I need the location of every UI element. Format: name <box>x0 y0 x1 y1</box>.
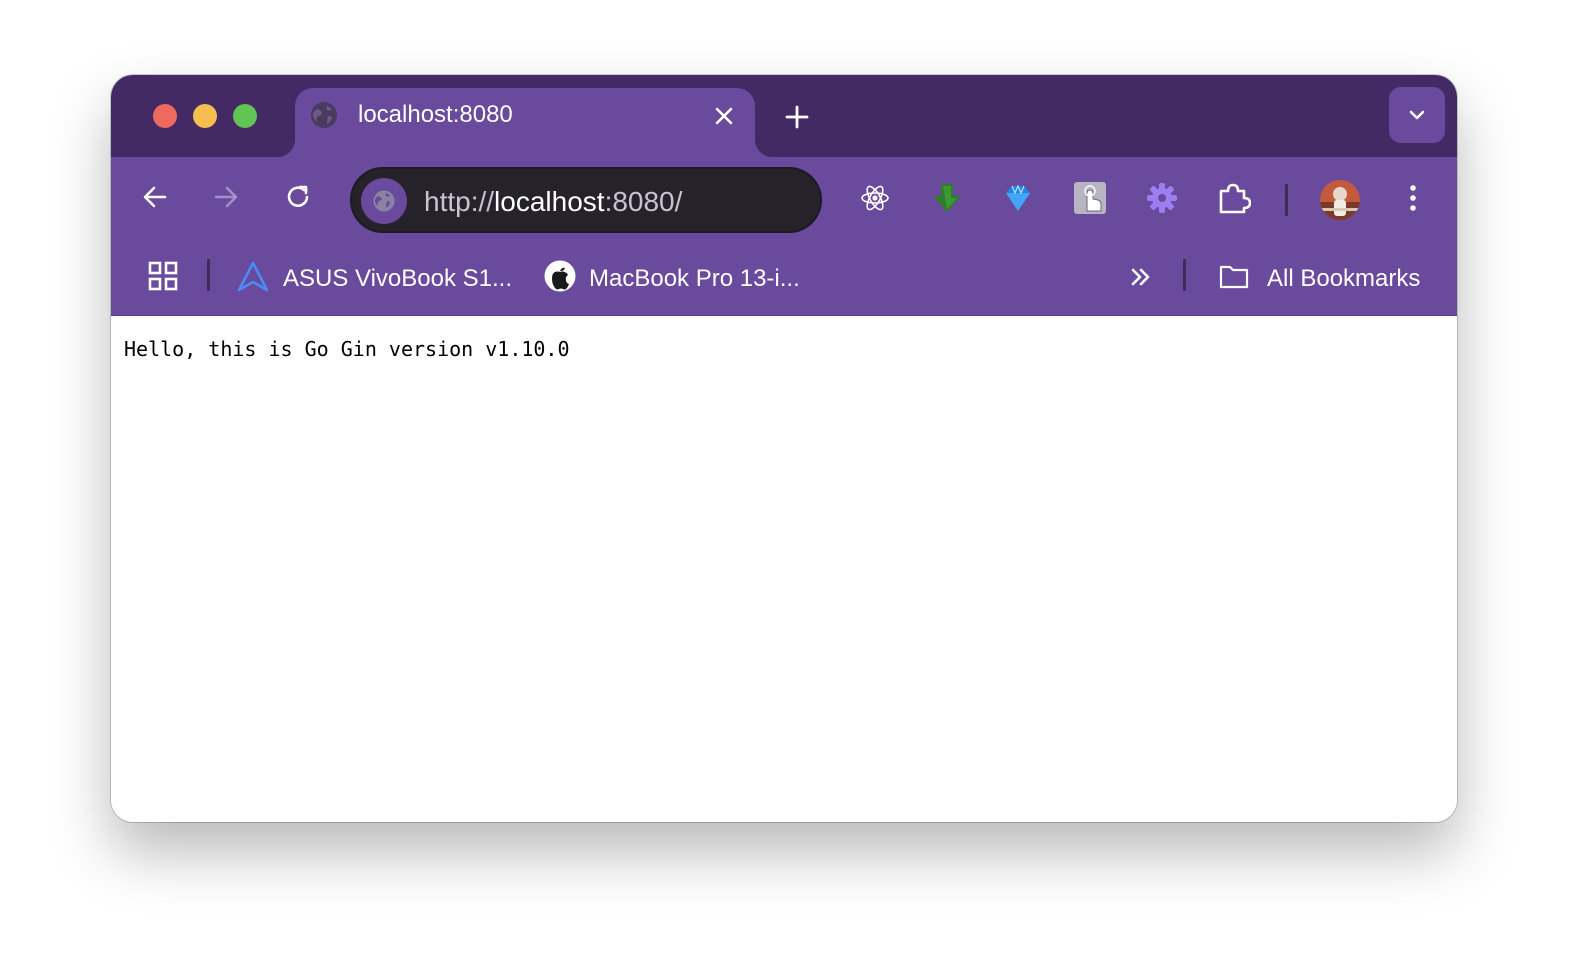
bookmarks-divider <box>1183 259 1186 291</box>
all-bookmarks-button[interactable]: All Bookmarks <box>1218 255 1438 299</box>
bookmark-asus-vivobook[interactable]: ASUS VivoBook S1... <box>237 255 517 299</box>
title-bar: localhost:8080 <box>111 75 1457 157</box>
address-bar[interactable]: http://localhost:8080/ <box>350 167 822 233</box>
folder-icon <box>1219 265 1249 289</box>
puzzle-icon[interactable] <box>1217 181 1251 215</box>
site-info-button[interactable] <box>361 178 407 224</box>
apps-grid-icon[interactable] <box>147 260 179 292</box>
bookmark-macbook-pro[interactable]: MacBook Pro 13-i... <box>544 255 814 299</box>
globe-icon <box>373 190 395 212</box>
avatar[interactable] <box>1320 180 1360 220</box>
url-text: http://localhost:8080/ <box>424 186 682 218</box>
all-bookmarks-label: All Bookmarks <box>1267 265 1421 292</box>
close-window-button[interactable] <box>153 104 177 128</box>
toolbar-divider <box>1285 184 1288 216</box>
tab-search-button[interactable] <box>1389 87 1445 143</box>
page-body-text: Hello, this is Go Gin version v1.10.0 <box>124 337 570 361</box>
arrow-right-icon[interactable] <box>211 182 241 212</box>
download-arrow-icon[interactable] <box>930 181 964 215</box>
touch-hand-icon[interactable] <box>1073 181 1107 215</box>
zoom-window-button[interactable] <box>233 104 257 128</box>
plus-icon[interactable] <box>782 102 812 132</box>
chevron-down-icon <box>1409 110 1425 120</box>
url-scheme: http:// <box>424 186 495 217</box>
bookmarks-bar: ASUS VivoBook S1... MacBook Pro 13-i... … <box>111 239 1457 317</box>
browser-window: localhost:8080 http://localhost:8080/ AS… <box>111 75 1457 822</box>
bookmark-label: ASUS VivoBook S1... <box>283 265 513 292</box>
double-chevron-right-icon[interactable] <box>1127 263 1155 291</box>
minimize-window-button[interactable] <box>193 104 217 128</box>
reload-icon[interactable] <box>283 182 313 212</box>
url-host: localhost <box>494 186 605 217</box>
arrow-left-icon[interactable] <box>140 182 170 212</box>
close-icon[interactable] <box>712 104 736 128</box>
asus-triangle-icon <box>237 261 269 292</box>
toolbar: http://localhost:8080/ <box>111 157 1457 239</box>
profile-photo <box>1320 180 1360 220</box>
react-devtools-icon[interactable] <box>858 181 892 215</box>
globe-icon <box>311 102 337 128</box>
bookmark-label: MacBook Pro 13-i... <box>589 265 800 292</box>
more-vertical-icon[interactable] <box>1398 183 1428 213</box>
tab-title: localhost:8080 <box>358 101 513 128</box>
gem-icon[interactable] <box>1001 181 1035 215</box>
bookmarks-divider <box>207 259 210 291</box>
url-port-path: :8080/ <box>604 186 683 217</box>
apple-icon <box>544 260 576 292</box>
tab-localhost[interactable]: localhost:8080 <box>277 88 773 157</box>
page-content: Hello, this is Go Gin version v1.10.0 <box>111 316 1457 822</box>
gear-icon[interactable] <box>1145 181 1179 215</box>
